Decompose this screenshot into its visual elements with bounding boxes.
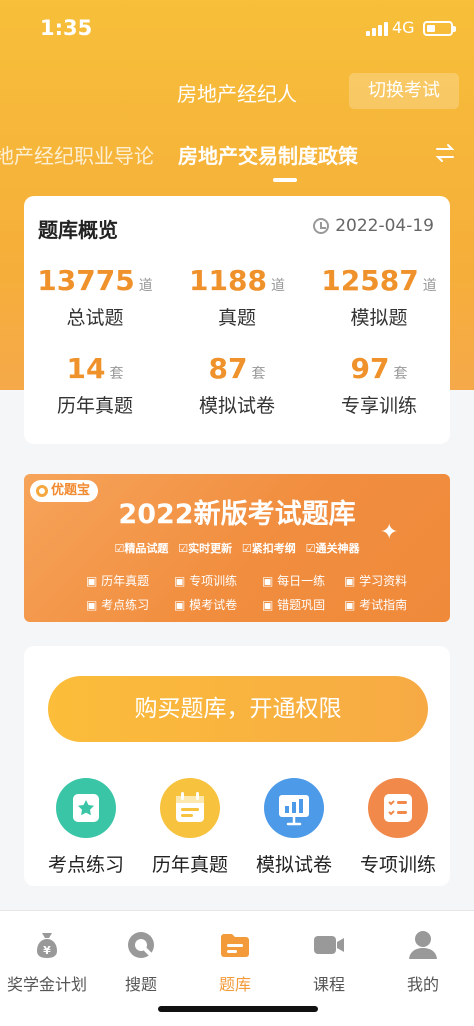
- tab-label: 题库: [218, 975, 251, 994]
- overview-title: 题库概览: [38, 218, 118, 242]
- banner-feature: ▣ 专项训练: [174, 574, 238, 588]
- stat-unit: 道: [422, 278, 437, 294]
- video-camera-icon: [311, 927, 347, 963]
- tool-past-papers[interactable]: 历年真题: [138, 778, 242, 877]
- banner-feature: ▣ 模考试卷: [174, 598, 238, 612]
- switch-exam-button[interactable]: 切换考试: [349, 73, 459, 109]
- stat-label: 历年真题: [56, 395, 133, 417]
- home-indicator: [158, 1006, 318, 1012]
- stat-past-papers[interactable]: 14 套 历年真题: [24, 352, 166, 418]
- buy-bank-button[interactable]: 购买题库，开通权限: [48, 676, 428, 742]
- tab-label: 我的: [406, 975, 439, 994]
- status-bar: 1:35 4G: [0, 0, 474, 58]
- stat-unit: 套: [109, 366, 124, 382]
- tab-question-bank[interactable]: 题库: [188, 919, 282, 995]
- date-text: 2022-04-19: [335, 216, 434, 236]
- stat-real[interactable]: 1188 道 真题: [166, 264, 308, 330]
- tool-special-training[interactable]: 专项训练: [346, 778, 450, 877]
- stat-unit: 道: [138, 278, 153, 294]
- tab-mine[interactable]: 我的: [376, 919, 470, 995]
- tool-mock-papers[interactable]: 模拟试卷: [242, 778, 346, 877]
- tab-label: 奖学金计划: [6, 975, 87, 994]
- banner-tags: ☑精品试题 ☑实时更新 ☑紧扣考纲 ☑通关神器: [24, 540, 450, 556]
- stat-label: 专享训练: [340, 395, 417, 417]
- banner-feature: ▣ 考点练习: [86, 598, 150, 612]
- question-bank-icon: [217, 927, 253, 963]
- banner-feature: ▣ 错题巩固: [262, 598, 326, 612]
- promo-banner[interactable]: 优题宝 2022新版考试题库 ✦ ☑精品试题 ☑实时更新 ☑紧扣考纲 ☑通关神器…: [24, 474, 450, 622]
- money-bag-icon: ¥: [29, 927, 65, 963]
- actions-card: 购买题库，开通权限 考点练习 历年真题 模拟试卷 专项训练: [24, 646, 450, 886]
- clock-icon: [313, 218, 330, 234]
- stat-unit: 套: [251, 366, 266, 382]
- signal-icon: [366, 22, 388, 36]
- star-card-icon: [56, 778, 116, 838]
- network-type: 4G: [392, 18, 415, 37]
- tab-courses[interactable]: 课程: [282, 919, 376, 995]
- subject-tab-active[interactable]: 房地产交易制度政策: [178, 140, 358, 169]
- stat-total[interactable]: 13775 道 总试题: [24, 264, 166, 330]
- calendar-icon: [160, 778, 220, 838]
- active-tab-indicator: [273, 178, 297, 182]
- tool-key-points[interactable]: 考点练习: [34, 778, 138, 877]
- banner-tag: ☑通关神器: [305, 542, 360, 555]
- tool-label: 模拟试卷: [255, 854, 332, 876]
- stat-value: 97: [350, 352, 390, 385]
- stat-label: 模拟题: [350, 307, 408, 329]
- tab-scholarship[interactable]: ¥ 奖学金计划: [0, 919, 94, 995]
- stat-mock-papers[interactable]: 87 套 模拟试卷: [166, 352, 308, 418]
- stat-exclusive[interactable]: 97 套 专享训练: [308, 352, 450, 418]
- stat-label: 模拟试卷: [198, 395, 275, 417]
- banner-feature: ▣ 考试指南: [344, 598, 408, 612]
- banner-tag: ☑精品试题: [114, 542, 169, 555]
- status-time: 1:35: [40, 16, 93, 40]
- banner-feature: ▣ 学习资料: [344, 574, 408, 588]
- banner-feature: ▣ 历年真题: [86, 574, 150, 588]
- banner-tag: ☑紧扣考纲: [241, 542, 296, 555]
- tab-label: 搜题: [124, 975, 157, 994]
- checklist-icon: [368, 778, 428, 838]
- stat-unit: 套: [393, 366, 408, 382]
- stat-mock[interactable]: 12587 道 模拟题: [308, 264, 450, 330]
- tool-label: 历年真题: [151, 854, 228, 876]
- battery-icon: [423, 21, 456, 36]
- tab-search[interactable]: 搜题: [94, 919, 188, 995]
- chart-board-icon: [264, 778, 324, 838]
- overview-date: 2022-04-19: [313, 216, 434, 236]
- banner-feature: ▣ 每日一练: [262, 574, 326, 588]
- stat-value: 14: [66, 352, 106, 385]
- tool-label: 专项训练: [359, 854, 436, 876]
- stat-label: 真题: [217, 307, 256, 329]
- banner-tag: ☑实时更新: [178, 542, 233, 555]
- tab-label: 课程: [312, 975, 345, 994]
- overview-card: 题库概览 2022-04-19 13775 道 总试题 1188 道 真题 1258…: [24, 196, 450, 444]
- stat-value: 13775: [37, 264, 135, 297]
- tool-label: 考点练习: [47, 854, 124, 876]
- person-icon: [405, 927, 441, 963]
- stat-value: 12587: [321, 264, 419, 297]
- search-icon: [123, 927, 159, 963]
- stat-unit: 道: [270, 278, 285, 294]
- svg-text:¥: ¥: [43, 944, 51, 957]
- stat-value: 1188: [189, 264, 267, 297]
- subject-tab-prev[interactable]: 地产经纪职业导论: [0, 140, 154, 169]
- stat-value: 87: [208, 352, 248, 385]
- swap-arrows-icon[interactable]: [434, 142, 456, 164]
- stat-label: 总试题: [66, 307, 124, 329]
